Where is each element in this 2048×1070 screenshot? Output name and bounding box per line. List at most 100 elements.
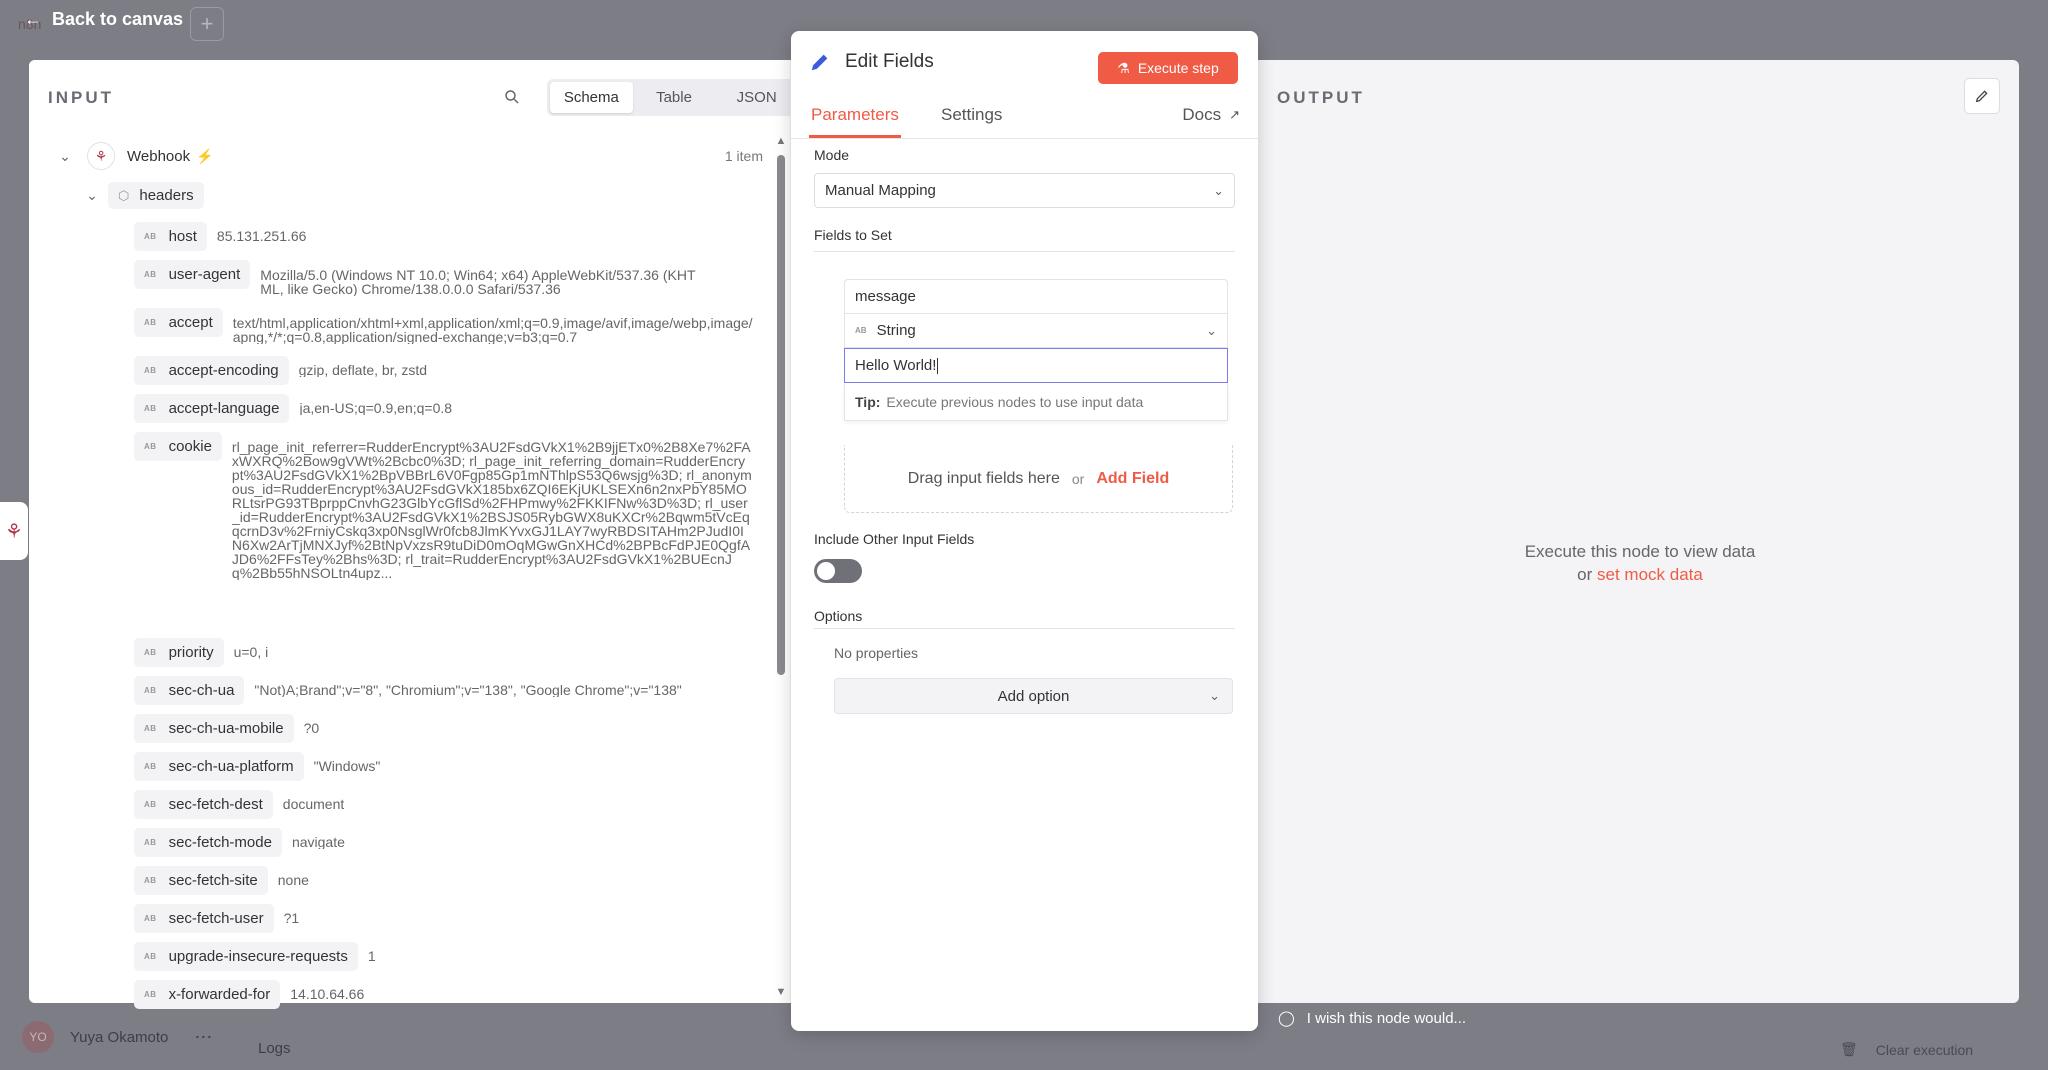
scroll-up-icon[interactable]: ▲ <box>775 135 787 149</box>
field-key-pill[interactable]: AB accept-language <box>134 394 290 423</box>
tip-text: Execute previous nodes to use input data <box>886 393 1144 410</box>
docs-link[interactable]: Docs ↗ <box>1182 105 1240 125</box>
logs-label[interactable]: Logs <box>258 1040 291 1057</box>
schema-field-row: AB cookie rl_page_init_referrer=RudderEncr… <box>134 432 754 580</box>
field-key-pill[interactable]: AB sec-ch-ua <box>134 676 245 705</box>
field-key-pill[interactable]: AB x-forwarded-for <box>134 980 281 1009</box>
clear-execution-button[interactable]: 🗑 Clear execution <box>1840 1041 1973 1058</box>
toggle-knob <box>817 562 835 580</box>
user-menu[interactable]: YO Yuya Okamoto ⋯ <box>22 1021 212 1053</box>
output-or-text: or <box>1577 565 1593 584</box>
field-value-input[interactable]: Hello World! <box>844 348 1228 383</box>
field-key-pill[interactable]: AB host <box>134 222 207 251</box>
tab-settings[interactable]: Settings <box>941 105 1002 135</box>
chevron-down-icon[interactable]: ⌄ <box>84 187 100 204</box>
mode-json[interactable]: JSON <box>715 82 790 113</box>
scrollbar-thumb[interactable] <box>777 155 785 675</box>
field-value: navigate <box>291 836 345 849</box>
schema-field-row: AB sec-fetch-user ?1 <box>134 904 754 933</box>
field-drop-zone[interactable]: Drag input fields here or Add Field <box>844 445 1233 513</box>
tab-parameters[interactable]: Parameters <box>809 105 901 138</box>
field-value: ja,en-US;q=0.9,en;q=0.8 <box>299 402 453 415</box>
field-key-pill[interactable]: AB sec-ch-ua-platform <box>134 752 304 781</box>
schema-field-row: AB sec-ch-ua "Not)A;Brand";v="8", "Chromiu… <box>134 676 754 705</box>
field-value: "Windows" <box>313 760 381 773</box>
chevron-down-icon: ⌄ <box>1213 182 1224 198</box>
scroll-down-icon[interactable]: ▼ <box>775 986 787 1000</box>
input-tip: Tip: Execute previous nodes to use input… <box>844 383 1228 421</box>
field-type-value: String <box>876 322 916 339</box>
feedback-wish-button[interactable]: ◯ I wish this node would... <box>1278 1009 1467 1028</box>
webhook-node-icon[interactable]: ⚘ <box>0 502 28 560</box>
field-key-pill[interactable]: AB sec-fetch-dest <box>134 790 273 819</box>
chevron-down-icon[interactable]: ⌄ <box>57 148 73 165</box>
schema-field-row: AB sec-ch-ua-platform "Windows" <box>134 752 754 781</box>
options-label: Options <box>814 608 863 624</box>
field-value-text: Hello World! <box>855 357 937 374</box>
node-title[interactable]: Edit Fields <box>845 51 934 73</box>
field-assignment: message AB String ⌄ Hello World! Tip: Ex… <box>844 279 1228 421</box>
headers-object-row[interactable]: ⌄ ⬡ headers <box>84 182 204 209</box>
field-key-pill[interactable]: AB sec-fetch-mode <box>134 828 282 857</box>
panel-header: Edit Fields <box>809 51 934 73</box>
back-to-canvas-label: Back to canvas <box>52 8 184 29</box>
string-type-icon: AB <box>144 876 157 885</box>
trash-icon: 🗑 <box>1840 1041 1858 1057</box>
headers-pill[interactable]: ⬡ headers <box>108 182 204 209</box>
add-tab-button[interactable]: + <box>190 7 224 41</box>
field-key: sec-ch-ua-platform <box>168 758 294 775</box>
field-key-pill[interactable]: AB sec-fetch-site <box>134 866 268 895</box>
string-type-icon: AB <box>144 442 157 451</box>
execute-step-button[interactable]: ⚗ Execute step <box>1098 52 1238 84</box>
field-type-select[interactable]: AB String ⌄ <box>844 314 1228 348</box>
string-type-icon: AB <box>144 952 157 961</box>
text-caret <box>937 357 939 374</box>
string-type-icon: AB <box>144 724 157 733</box>
trigger-bolt-icon: ⚡ <box>196 147 214 164</box>
field-key-pill[interactable]: AB sec-ch-ua-mobile <box>134 714 294 743</box>
string-type-icon: AB <box>144 686 157 695</box>
field-key-pill[interactable]: AB user-agent <box>134 260 251 289</box>
field-key: sec-fetch-user <box>168 910 264 927</box>
mode-table[interactable]: Table <box>633 82 716 113</box>
field-key-pill[interactable]: AB accept <box>134 308 223 337</box>
schema-field-row: AB upgrade-insecure-requests 1 <box>134 942 754 971</box>
mode-label: Mode <box>814 147 850 163</box>
schema-field-row: AB accept text/html,application/xhtml+xml,… <box>134 308 754 344</box>
input-scrollbar[interactable]: ▲ ▼ <box>775 135 787 1000</box>
add-field-button[interactable]: Add Field <box>1096 470 1169 488</box>
avatar: YO <box>22 1021 54 1053</box>
field-key-pill[interactable]: AB cookie <box>134 432 222 461</box>
fields-divider <box>814 251 1235 252</box>
flask-icon: ⚗ <box>1117 59 1130 76</box>
include-other-toggle[interactable] <box>814 559 862 583</box>
schema-field-row: AB accept-language ja,en-US;q=0.9,en;q=0.8 <box>134 394 754 423</box>
string-type-icon: AB <box>144 762 157 771</box>
set-mock-data-link[interactable]: set mock data <box>1597 565 1703 584</box>
add-option-select[interactable]: Add option ⌄ <box>834 678 1233 714</box>
field-key-pill[interactable]: AB sec-fetch-user <box>134 904 274 933</box>
mode-select[interactable]: Manual Mapping ⌄ <box>814 173 1235 208</box>
field-key: accept <box>168 314 213 331</box>
schema-field-row: AB host 85.131.251.66 <box>134 222 754 251</box>
string-type-icon: AB <box>144 318 157 327</box>
field-key: upgrade-insecure-requests <box>168 948 348 965</box>
field-name-input[interactable]: message <box>844 279 1228 314</box>
search-icon[interactable] <box>503 88 527 112</box>
field-key: accept-language <box>168 400 280 417</box>
field-key-pill[interactable]: AB upgrade-insecure-requests <box>134 942 358 971</box>
edit-output-button[interactable] <box>1964 78 2000 114</box>
schema-field-row: AB user-agent Mozilla/5.0 (Windows NT 10.0… <box>134 260 754 296</box>
wish-text: I wish this node would... <box>1306 1009 1467 1027</box>
field-value: ?1 <box>283 912 300 925</box>
field-key-pill[interactable]: AB priority <box>134 638 224 667</box>
field-key: sec-fetch-dest <box>168 796 263 813</box>
output-empty-state: Execute this node to view data or set mo… <box>1490 540 1790 586</box>
back-to-canvas-button[interactable]: ← Back to canvas <box>24 6 183 32</box>
field-key-pill[interactable]: AB accept-encoding <box>134 356 289 385</box>
mode-schema[interactable]: Schema <box>550 82 633 113</box>
webhook-node-row[interactable]: ⌄ ⚘ Webhook ⚡ 1 item <box>57 140 783 172</box>
more-icon[interactable]: ⋯ <box>194 1027 212 1048</box>
webhook-node-name: Webhook <box>127 147 191 165</box>
input-label: INPUT <box>48 88 114 107</box>
